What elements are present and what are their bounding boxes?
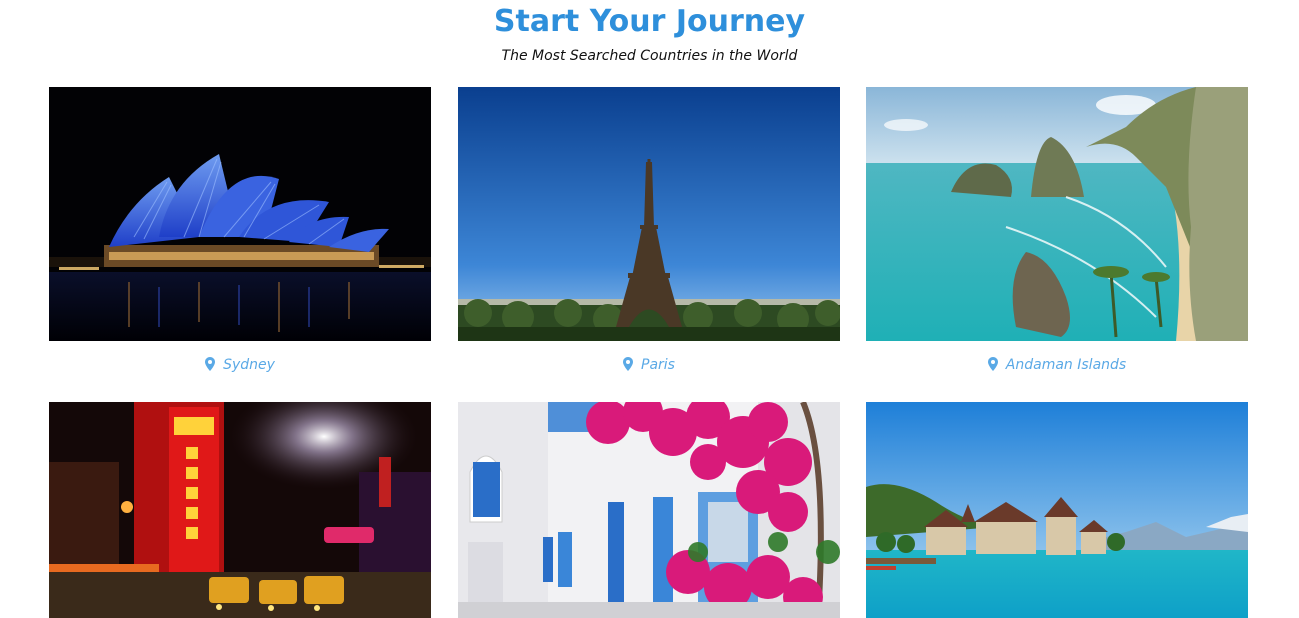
destination-caption[interactable]: Paris <box>458 355 840 377</box>
map-pin-icon <box>205 357 216 377</box>
destination-photo-5[interactable] <box>458 402 840 618</box>
destination-photo-sydney[interactable] <box>49 87 431 341</box>
destination-name: Paris <box>641 357 675 373</box>
destination-photo-6[interactable] <box>866 402 1248 618</box>
page-subtitle: The Most Searched Countries in the World <box>501 48 798 64</box>
destination-caption[interactable]: Sydney <box>49 355 431 377</box>
destination-photo-andaman-islands[interactable] <box>866 87 1248 341</box>
destination-caption[interactable]: Andaman Islands <box>866 355 1248 377</box>
page: Start Your Journey The Most Searched Cou… <box>0 0 1299 618</box>
page-title: Start Your Journey <box>493 4 806 39</box>
map-pin-icon <box>623 357 634 377</box>
destination-name: Sydney <box>223 357 275 373</box>
destination-photo-paris[interactable] <box>458 87 840 341</box>
destination-photo-4[interactable] <box>49 402 431 618</box>
map-pin-icon <box>987 357 998 377</box>
destination-name: Andaman Islands <box>1005 357 1127 373</box>
